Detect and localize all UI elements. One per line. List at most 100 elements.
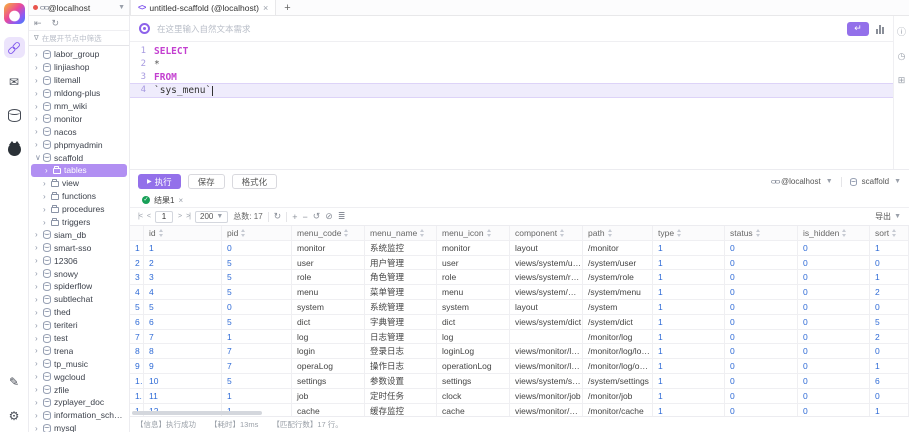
tree-item-teriteri[interactable]: ›teriteri (29, 319, 129, 332)
collapse-all-icon[interactable]: ⇤ (34, 18, 42, 29)
cell-path[interactable]: /system/role (583, 270, 653, 285)
toolbar-connection-select[interactable]: @localhost (781, 177, 821, 186)
cell-status[interactable]: 0 (725, 330, 798, 345)
discard-icon[interactable]: ⊘ (325, 211, 333, 222)
tree-item-scaffold[interactable]: ∨scaffold (29, 151, 129, 164)
cell-is_hidden[interactable]: 0 (798, 256, 870, 271)
toolbar-database-select[interactable]: scaffold (862, 177, 889, 186)
column-header-menu_name[interactable]: menu_name (365, 226, 437, 241)
cell-component[interactable]: layout (510, 241, 583, 256)
column-header-pid[interactable]: pid (222, 226, 292, 241)
cell-menu_name[interactable]: 系统管理 (365, 300, 437, 315)
column-header-component[interactable]: component (510, 226, 583, 241)
cell-is_hidden[interactable]: 0 (798, 344, 870, 359)
cell-sort[interactable]: 0 (870, 389, 909, 404)
tree-item-information_schema[interactable]: ›information_schema (29, 409, 129, 422)
tree-item-procedures[interactable]: ›procedures (29, 203, 129, 216)
cell-path[interactable]: /system/settings (583, 374, 653, 389)
cell-sort[interactable]: 0 (870, 344, 909, 359)
cell-component[interactable]: views/monitor/cache (510, 404, 583, 416)
export-button[interactable]: 导出 ▼ (875, 211, 901, 222)
cell-path[interactable]: /monitor/log (583, 330, 653, 345)
column-header-menu_code[interactable]: menu_code (292, 226, 365, 241)
cell-sort[interactable]: 1 (870, 359, 909, 374)
tree-item-test[interactable]: ›test (29, 332, 129, 345)
cell-component[interactable]: views/system/user (510, 256, 583, 271)
cell-menu_name[interactable]: 日志管理 (365, 330, 437, 345)
cell-path[interactable]: /system (583, 300, 653, 315)
column-header-sort[interactable]: sort (870, 226, 909, 241)
cell-menu_code[interactable]: operaLog (292, 359, 365, 374)
cell-menu_code[interactable]: system (292, 300, 365, 315)
chart-icon[interactable] (876, 24, 884, 34)
tree-item-mysql[interactable]: ›mysql (29, 422, 129, 432)
cell-#[interactable]: 8 (130, 344, 144, 359)
save-button[interactable]: 保存 (188, 174, 225, 189)
cell-component[interactable]: views/system/role (510, 270, 583, 285)
cell-menu_name[interactable]: 参数设置 (365, 374, 437, 389)
cell-status[interactable]: 0 (725, 344, 798, 359)
cell-is_hidden[interactable]: 0 (798, 300, 870, 315)
tree-item-wgcloud[interactable]: ›wgcloud (29, 370, 129, 383)
column-header-status[interactable]: status (725, 226, 798, 241)
tree-item-thed[interactable]: ›thed (29, 306, 129, 319)
cell-pid[interactable]: 5 (222, 285, 292, 300)
panel-icon[interactable]: ⊞ (898, 75, 906, 86)
cell-sort[interactable]: 1 (870, 241, 909, 256)
cell-status[interactable]: 0 (725, 389, 798, 404)
cell-status[interactable]: 0 (725, 374, 798, 389)
cell-#[interactable]: 3 (130, 270, 144, 285)
new-tab-button[interactable]: + (276, 0, 298, 15)
info-icon[interactable]: ⓘ (897, 25, 906, 38)
next-page-button[interactable]: > (178, 213, 181, 220)
add-row-icon[interactable]: + (292, 212, 297, 222)
result-tab[interactable]: ✓ 结果1 × (136, 193, 189, 207)
cell-menu_name[interactable]: 系统监控 (365, 241, 437, 256)
cell-path[interactable]: /monitor/cache (583, 404, 653, 416)
undo-icon[interactable]: ↺ (313, 211, 321, 222)
cell-menu_name[interactable]: 定时任务 (365, 389, 437, 404)
cell-menu_code[interactable]: user (292, 256, 365, 271)
cell-menu_icon[interactable]: system (437, 300, 510, 315)
cell-menu_code[interactable]: settings (292, 374, 365, 389)
cell-#[interactable]: 6 (130, 315, 144, 330)
cell-pid[interactable]: 5 (222, 256, 292, 271)
cell-menu_code[interactable]: login (292, 344, 365, 359)
cell-status[interactable]: 0 (725, 300, 798, 315)
ai-input-bar[interactable]: 在这里输入自然文本需求 ↵ (130, 16, 893, 42)
tree-item-tables[interactable]: ›tables (31, 164, 127, 177)
tab-untitled-scaffold[interactable]: <> untitled-scaffold (@localhost) × (130, 0, 276, 15)
cell-status[interactable]: 0 (725, 285, 798, 300)
editor-line[interactable]: 2* (130, 58, 893, 71)
cell-pid[interactable]: 5 (222, 270, 292, 285)
messages-nav-button[interactable]: ✉ (4, 71, 25, 92)
cell-sort[interactable]: 0 (870, 300, 909, 315)
cell-type[interactable]: 1 (653, 315, 725, 330)
cell-menu_icon[interactable]: monitor (437, 241, 510, 256)
cell-type[interactable]: 1 (653, 389, 725, 404)
tree-item-tp_music[interactable]: ›tp_music (29, 357, 129, 370)
cell-menu_code[interactable]: cache (292, 404, 365, 416)
close-result-icon[interactable]: × (178, 196, 183, 205)
cell-menu_name[interactable]: 操作日志 (365, 359, 437, 374)
cell-path[interactable]: /monitor/log/login (583, 344, 653, 359)
cell-menu_name[interactable]: 用户管理 (365, 256, 437, 271)
cell-is_hidden[interactable]: 0 (798, 270, 870, 285)
tree-item-zfile[interactable]: ›zfile (29, 383, 129, 396)
cell-#[interactable]: 1 (130, 241, 144, 256)
cell-type[interactable]: 1 (653, 404, 725, 416)
feedback-button[interactable]: ✎ (4, 371, 25, 392)
cell-component[interactable]: views/monitor/log/login (510, 344, 583, 359)
cell-menu_code[interactable]: dict (292, 315, 365, 330)
cell-is_hidden[interactable]: 0 (798, 315, 870, 330)
column-header-path[interactable]: path (583, 226, 653, 241)
cell-#[interactable]: 11 (130, 389, 144, 404)
cell-path[interactable]: /system/menu (583, 285, 653, 300)
cell-type[interactable]: 1 (653, 374, 725, 389)
cell-component[interactable]: views/monitor/log/oper... (510, 359, 583, 374)
cell-type[interactable]: 1 (653, 330, 725, 345)
cell-status[interactable]: 0 (725, 270, 798, 285)
cell-menu_icon[interactable]: operationLog (437, 359, 510, 374)
cell-id[interactable]: 4 (144, 285, 222, 300)
cell-path[interactable]: /monitor (583, 241, 653, 256)
